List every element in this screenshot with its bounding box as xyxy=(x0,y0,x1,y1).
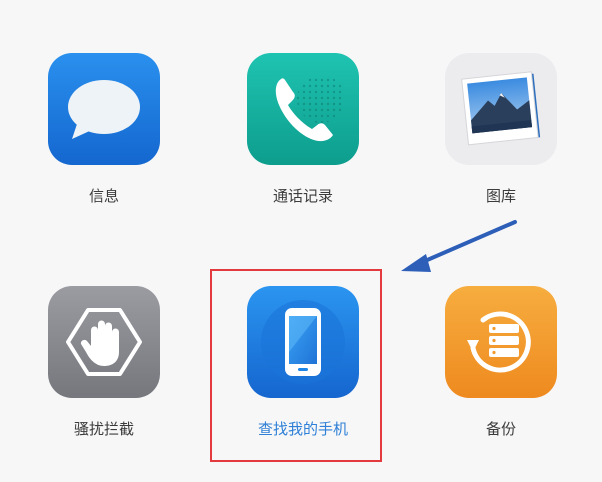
gallery-app-label[interactable]: 图库 xyxy=(431,186,571,206)
messages-app-tile[interactable] xyxy=(48,53,160,165)
harassment-blocking-app-label[interactable]: 骚扰拦截 xyxy=(34,419,174,439)
backup-app-label[interactable]: 备份 xyxy=(431,419,571,439)
call-log-app-tile[interactable] xyxy=(247,53,359,165)
messages-app-label[interactable]: 信息 xyxy=(34,186,174,206)
stop-hand-icon xyxy=(48,286,160,398)
speech-bubble-icon xyxy=(48,53,160,165)
backup-app-tile[interactable] xyxy=(445,286,557,398)
backup-restore-icon xyxy=(445,286,557,398)
gallery-app-tile[interactable] xyxy=(445,53,557,165)
call-log-app-label[interactable]: 通话记录 xyxy=(233,186,373,206)
phone-handset-icon xyxy=(247,53,359,165)
highlight-box xyxy=(210,269,382,462)
harassment-blocking-app-tile[interactable] xyxy=(48,286,160,398)
photo-stack-icon xyxy=(445,53,557,165)
